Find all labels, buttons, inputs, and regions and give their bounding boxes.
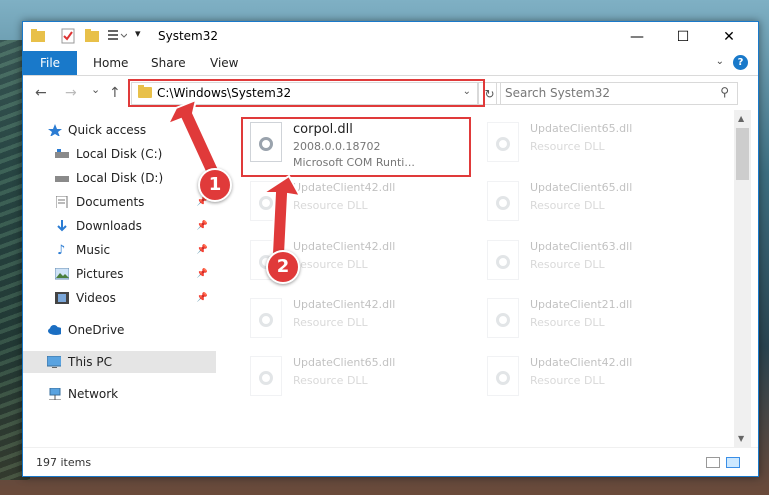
arrow-1-icon (165, 98, 222, 180)
annotation-badge-1: 1 (198, 168, 232, 202)
annotation-arrows (165, 98, 302, 255)
arrow-2-icon (259, 174, 302, 255)
annotation-badge-2: 2 (266, 250, 300, 284)
